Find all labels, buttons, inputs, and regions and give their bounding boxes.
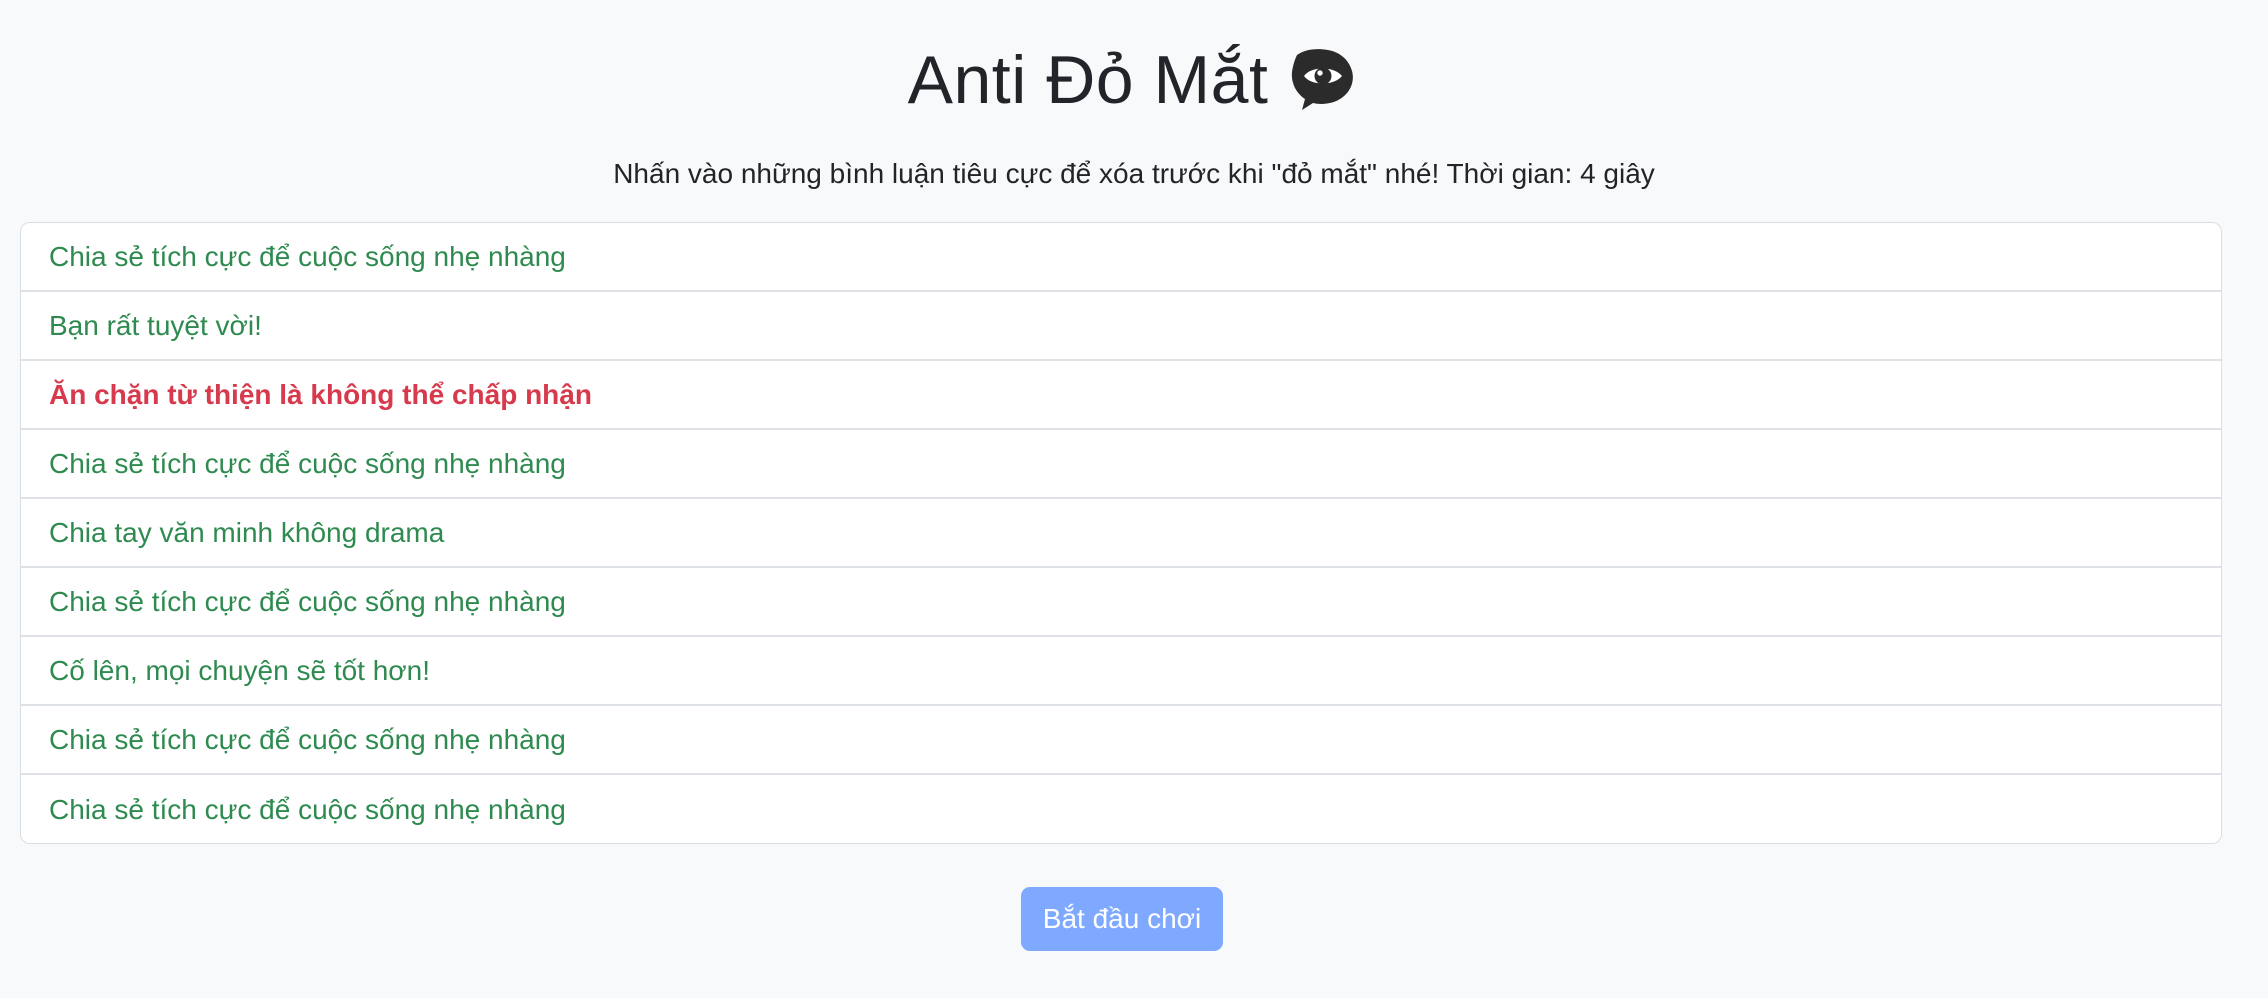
eye-in-speech-bubble-icon	[1292, 49, 1354, 110]
comment-item[interactable]: Chia sẻ tích cực để cuộc sống nhẹ nhàng	[21, 775, 2221, 843]
comment-list: Chia sẻ tích cực để cuộc sống nhẹ nhàng …	[20, 222, 2222, 844]
comment-item[interactable]: Chia sẻ tích cực để cuộc sống nhẹ nhàng	[21, 706, 2221, 775]
comment-item-negative[interactable]: Ăn chặn từ thiện là không thể chấp nhận	[21, 361, 2221, 430]
comment-item[interactable]: Chia sẻ tích cực để cuộc sống nhẹ nhàng	[21, 223, 2221, 292]
comment-item[interactable]: Bạn rất tuyệt vời!	[21, 292, 2221, 361]
comment-item[interactable]: Chia tay văn minh không drama	[21, 499, 2221, 568]
comment-item[interactable]: Cố lên, mọi chuyện sẽ tốt hơn!	[21, 637, 2221, 706]
start-game-button[interactable]: Bắt đầu chơi	[1021, 887, 1223, 951]
comment-item[interactable]: Chia sẻ tích cực để cuộc sống nhẹ nhàng	[21, 430, 2221, 499]
game-instruction: Nhấn vào những bình luận tiêu cực để xóa…	[613, 158, 1655, 189]
page-header: Anti Đỏ Mắt	[0, 30, 2268, 130]
comment-item[interactable]: Chia sẻ tích cực để cuộc sống nhẹ nhàng	[21, 568, 2221, 637]
page-title: Anti Đỏ Mắt	[907, 42, 1269, 118]
